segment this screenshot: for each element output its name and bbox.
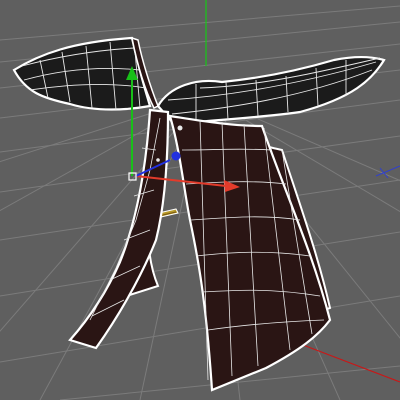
3d-viewport[interactable] (0, 0, 400, 400)
viewport-canvas[interactable] (0, 0, 400, 400)
selected-vertex-icon (177, 125, 183, 131)
gizmo-z-handle-icon[interactable] (171, 151, 181, 161)
vertex-point-icon (156, 158, 160, 162)
